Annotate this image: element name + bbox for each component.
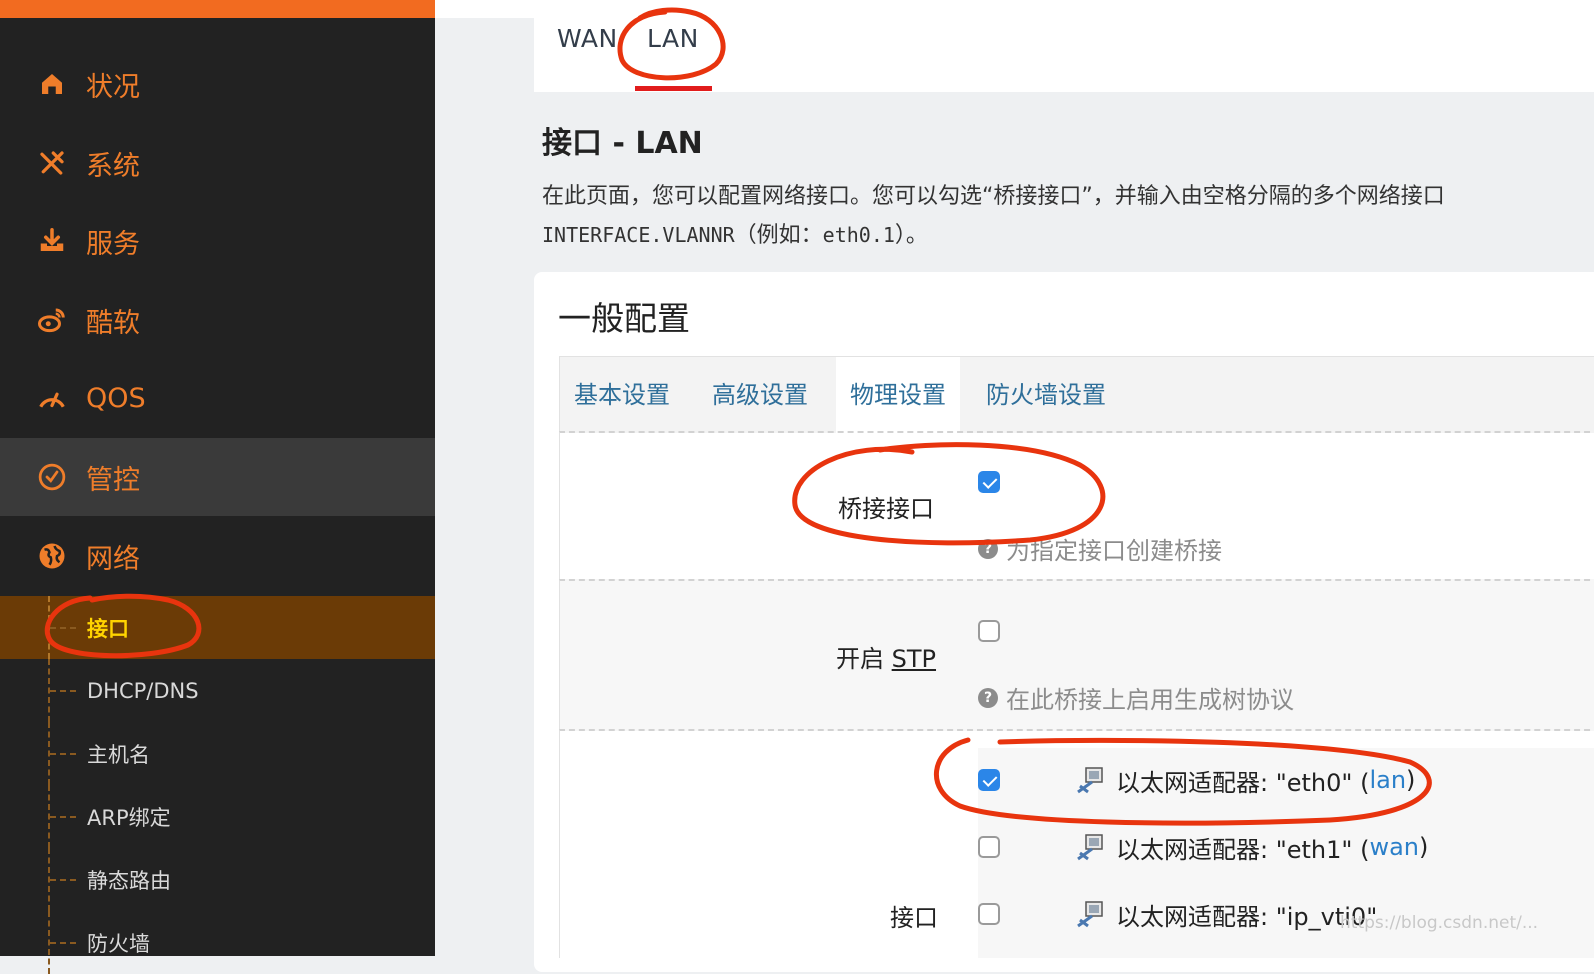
tab-basic-settings[interactable]: 基本设置 [560, 357, 684, 433]
interface-name: 以太网适配器: "eth0" ( [1116, 768, 1370, 797]
interface-tabs: WAN LAN [534, 0, 1594, 92]
sidebar-item-status[interactable]: 状况 [0, 45, 435, 123]
tab-firewall-settings[interactable]: 防火墙设置 [972, 357, 1120, 433]
tools-icon [36, 147, 68, 179]
sidebar-subitem-label: ARP绑定 [87, 805, 171, 830]
hint-text: 为指定接口创建桥接 [1006, 537, 1222, 565]
stp-checkbox[interactable] [978, 620, 1000, 642]
interface-name: 以太网适配器: "ip_vti0" [1116, 902, 1378, 931]
page-description: 在此页面，您可以配置网络接口。您可以勾选“桥接接口”，并输入由空格分隔的多个网络… [542, 178, 1445, 255]
interface-name: 以太网适配器: "eth1" ( [1116, 835, 1370, 864]
sidebar-subitem-label: 防火墙 [87, 931, 150, 956]
bridge-label: 桥接接口 [838, 495, 934, 523]
network-link[interactable]: lan [1369, 766, 1406, 794]
help-icon: ? [978, 687, 998, 708]
sidebar-item-label: QOS [86, 382, 146, 414]
bridge-hint: ? 为指定接口创建桥接 [978, 531, 1222, 566]
hint-text: 在此桥接上启用生成树协议 [1006, 686, 1294, 714]
stp-label: 开启 STP [836, 639, 936, 674]
sidebar-subitem-arp-binding[interactable]: ARP绑定 [0, 785, 435, 848]
watermark: https://blog.csdn.net/... [1340, 913, 1539, 933]
bridge-checkbox[interactable] [978, 471, 1000, 493]
tree-connector [48, 722, 78, 785]
sidebar-subitem-hostnames[interactable]: 主机名 [0, 722, 435, 785]
description-line: 在此页面，您可以配置网络接口。您可以勾选“桥接接口”，并输入由空格分隔的多个网络… [542, 184, 1445, 209]
stp-abbr: STP [891, 645, 937, 673]
sidebar-subitem-static-routes[interactable]: 静态路由 [0, 848, 435, 911]
tree-connector [48, 785, 78, 848]
section-title: 一般配置 [558, 299, 690, 338]
interfaces-label: 接口 [890, 904, 938, 932]
stp-label-text: 开启 [836, 645, 892, 673]
tree-connector [48, 911, 78, 974]
sidebar-item-control[interactable]: 管控 [0, 438, 435, 516]
sidebar-subitem-interfaces[interactable]: 接口 [0, 596, 435, 659]
sidebar-subitem-label: 主机名 [87, 742, 150, 767]
tree-connector [48, 848, 78, 911]
sidebar-subitem-label: DHCP/DNS [87, 678, 199, 703]
download-icon [36, 225, 68, 257]
sidebar-item-label: 状况 [86, 71, 140, 103]
sidebar-subitem-dhcp-dns[interactable]: DHCP/DNS [0, 659, 435, 722]
sidebar-item-services[interactable]: 服务 [0, 202, 435, 280]
tree-connector [48, 659, 78, 722]
sidebar-item-label: 服务 [86, 228, 140, 260]
interface-option-eth1[interactable]: 以太网适配器: "eth1" (wan) [978, 817, 1428, 877]
sidebar-item-label: 管控 [86, 464, 140, 496]
interface-option-eth0[interactable]: 以太网适配器: "eth0" (lan) [978, 750, 1415, 810]
sidebar-item-label: 系统 [86, 150, 140, 182]
sidebar: 状况 系统 服务 酷软 QOS 管控 网络 接口 DHCP/DNS 主机名 AR… [0, 0, 435, 974]
globe-icon [36, 540, 68, 572]
ethernet-adapter-icon [1077, 834, 1103, 861]
sidebar-item-network[interactable]: 网络 [0, 517, 435, 595]
weibo-icon [36, 304, 68, 336]
sidebar-top-accent [0, 0, 435, 18]
code-text: eth0.1 [822, 223, 895, 247]
section-tabs: 基本设置 高级设置 物理设置 防火墙设置 [559, 356, 1594, 433]
sidebar-item-system[interactable]: 系统 [0, 124, 435, 202]
sidebar-subitem-firewall[interactable]: 防火墙 [0, 911, 435, 974]
description-text: （例如： [734, 223, 823, 248]
tree-connector [48, 596, 78, 659]
active-tab-indicator [635, 86, 712, 91]
check-circle-icon [36, 461, 68, 493]
tab-lan[interactable]: LAN [647, 24, 699, 53]
speedometer-icon [36, 382, 68, 414]
interface-close: ) [1419, 833, 1429, 861]
sidebar-item-label: 酷软 [86, 307, 140, 339]
description-text: ）。 [894, 223, 928, 248]
ethernet-adapter-icon [1077, 901, 1103, 928]
help-icon: ? [978, 538, 998, 559]
tab-wan[interactable]: WAN [557, 24, 618, 53]
page-title: 接口 - LAN [542, 126, 703, 161]
ethernet-adapter-icon [1077, 767, 1103, 794]
interface-close: ) [1406, 766, 1416, 794]
home-icon [36, 68, 68, 100]
tab-advanced-settings[interactable]: 高级设置 [698, 357, 822, 433]
tab-physical-settings[interactable]: 物理设置 [836, 357, 960, 433]
description-line: INTERFACE.VLANNR（例如：eth0.1）。 [542, 216, 1445, 255]
network-link[interactable]: wan [1369, 833, 1419, 861]
sidebar-item-qos[interactable]: QOS [0, 359, 435, 437]
sidebar-item-apps[interactable]: 酷软 [0, 281, 435, 359]
interface-option-ip-vti0[interactable]: 以太网适配器: "ip_vti0" [978, 884, 1377, 944]
sidebar-subitem-label: 接口 [87, 616, 129, 641]
sidebar-subitem-label: 静态路由 [87, 868, 171, 893]
sidebar-item-label: 网络 [86, 543, 140, 575]
code-text: INTERFACE.VLANNR [542, 223, 735, 247]
stp-hint: ? 在此桥接上启用生成树协议 [978, 680, 1294, 715]
